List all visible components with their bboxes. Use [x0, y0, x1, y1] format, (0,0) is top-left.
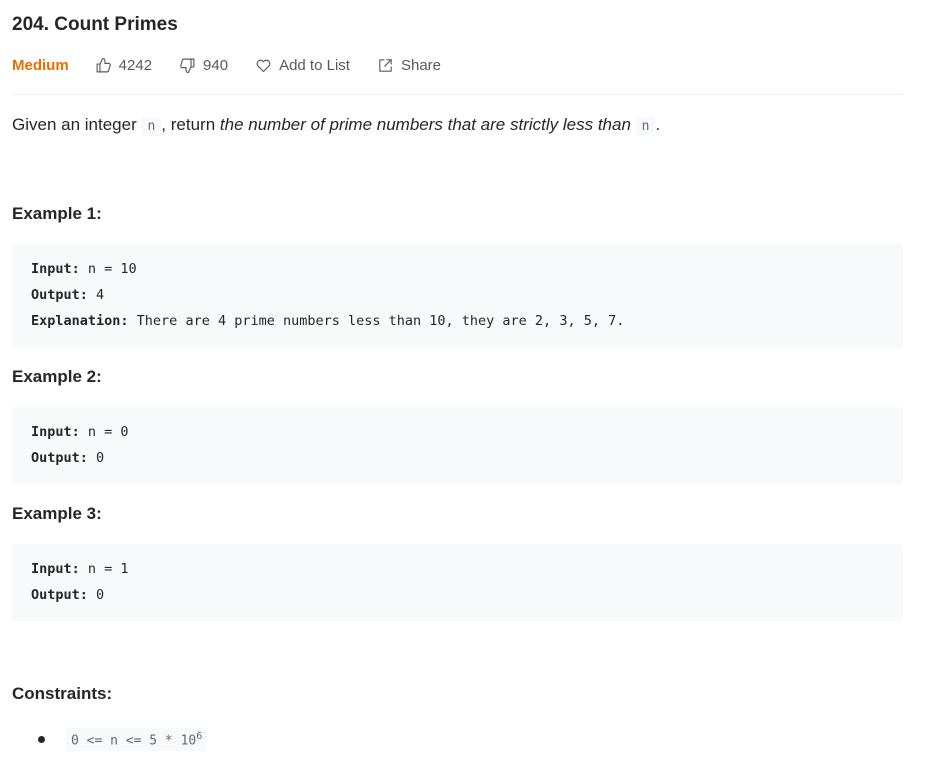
constraints-heading: Constraints:	[12, 684, 113, 703]
example-heading: Example 1:	[12, 204, 102, 223]
example-output-line: Output: 4	[31, 287, 105, 303]
share-label: Share	[400, 56, 441, 74]
heart-icon	[256, 59, 271, 72]
problem-description: Given an integer n, return the number of…	[12, 115, 661, 136]
inline-code: n	[635, 117, 656, 136]
add-to-list-button[interactable]: Add to List	[255, 57, 350, 74]
example-output-line: Output: 0	[31, 450, 105, 466]
thumbs-up-icon	[96, 57, 111, 72]
add-to-list-label: Add to List	[279, 56, 350, 74]
thumbs-down-icon	[180, 58, 195, 73]
dislike-count: 940	[203, 56, 229, 74]
inline-code: n	[141, 117, 162, 136]
example-heading: Example 3:	[12, 504, 102, 523]
example-input-line: Input: n = 10	[31, 261, 137, 277]
like-count: 4242	[118, 56, 153, 74]
constraint-code: 0 <= n <= 5 * 106	[66, 728, 208, 752]
example-output-line: Output: 0	[31, 587, 105, 603]
description-emphasis: the number of prime numbers that are str…	[219, 115, 631, 134]
share-button[interactable]: Share	[377, 57, 441, 74]
example-block: Input: n = 0 Output: 0	[12, 407, 903, 484]
example-block: Input: n = 1 Output: 0	[12, 544, 903, 621]
constraint-item: 0 <= n <= 5 * 106	[38, 728, 208, 752]
dislike-button[interactable]: 940	[179, 57, 228, 74]
header-divider	[12, 94, 903, 95]
bullet-dot	[38, 736, 45, 744]
example-block: Input: n = 10 Output: 4 Explanation: The…	[12, 244, 903, 347]
like-button[interactable]: 4242	[95, 57, 152, 74]
difficulty-badge: Medium	[12, 56, 69, 74]
example-input-line: Input: n = 1	[31, 561, 129, 577]
share-icon	[379, 58, 392, 72]
example-heading: Example 2:	[12, 367, 102, 386]
problem-title: 204. Count Primes	[12, 14, 178, 35]
example-explanation-line: Explanation: There are 4 prime numbers l…	[31, 313, 625, 329]
problem-meta-bar: Medium 4242 940 Add to List Share	[12, 55, 468, 75]
example-input-line: Input: n = 0	[31, 424, 129, 440]
